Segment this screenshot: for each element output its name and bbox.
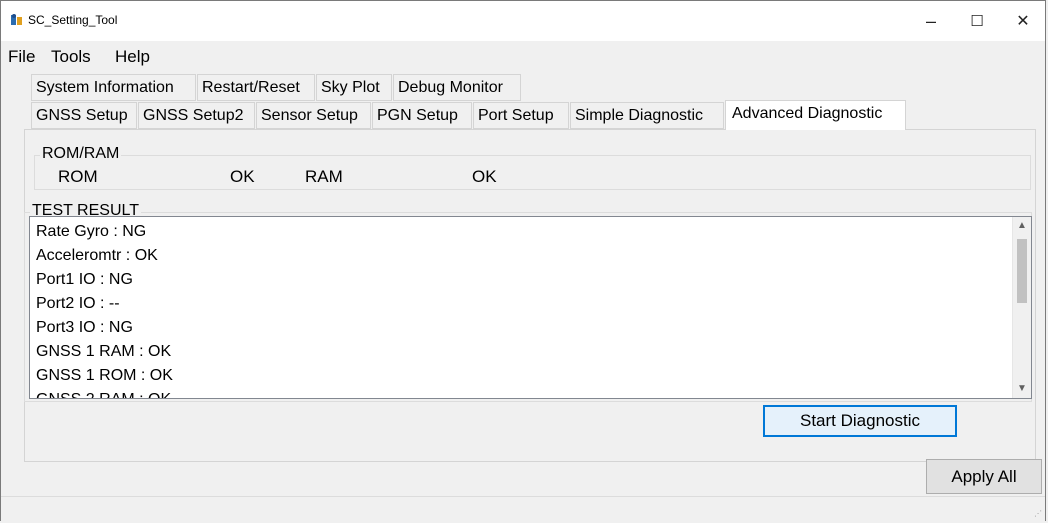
minimize-icon: – [925,10,936,31]
rom-label: ROM [58,167,98,186]
rom-ram-title: ROM/RAM [40,145,122,163]
tab-port-setup[interactable]: Port Setup [473,102,569,129]
tab-sensor-setup[interactable]: Sensor Setup [256,102,371,129]
list-item[interactable]: Port2 IO : -- [36,292,120,316]
tab-sky-plot[interactable]: Sky Plot [316,74,392,101]
window-title: SC_Setting_Tool [28,13,118,27]
scroll-up-icon[interactable]: ▲ [1013,217,1031,235]
menu-tools[interactable]: Tools [51,47,91,67]
list-item[interactable]: Port3 IO : NG [36,316,133,340]
app-window: SC_Setting_Tool – ☐ ✕ File Tools Help Sy… [0,0,1046,521]
title-bar[interactable]: SC_Setting_Tool – ☐ ✕ [1,1,1045,41]
ram-label: RAM [305,167,343,186]
list-item[interactable]: GNSS 1 RAM : OK [36,340,171,364]
tab-debug-monitor[interactable]: Debug Monitor [393,74,521,101]
menu-file[interactable]: File [8,47,35,67]
rom-ram-group: ROM/RAM [34,145,1031,190]
list-item[interactable]: Acceleromtr : OK [36,244,158,268]
tab-simple-diagnostic[interactable]: Simple Diagnostic [570,102,724,129]
tab-gnss-setup2[interactable]: GNSS Setup2 [138,102,255,129]
scroll-thumb[interactable] [1017,239,1027,303]
tab-pgn-setup[interactable]: PGN Setup [372,102,472,129]
rom-value: OK [230,167,255,186]
scroll-down-icon[interactable]: ▼ [1013,380,1031,398]
maximize-icon: ☐ [970,13,984,30]
tab-system-information[interactable]: System Information [31,74,196,101]
list-item[interactable]: Rate Gyro : NG [36,220,146,244]
test-result-list[interactable]: Rate Gyro : NG Acceleromtr : OK Port1 IO… [29,216,1032,399]
ram-value: OK [472,167,497,186]
list-item[interactable]: GNSS 2 RAM : OK [36,388,171,398]
list-item[interactable]: Port1 IO : NG [36,268,133,292]
app-icon [11,14,22,25]
list-item[interactable]: GNSS 1 ROM : OK [36,364,173,388]
status-bar: ⋰ [1,496,1045,521]
vertical-scrollbar[interactable]: ▲ ▼ [1012,217,1031,398]
maximize-button[interactable]: ☐ [954,1,1000,41]
tab-advanced-diagnostic[interactable]: Advanced Diagnostic [725,100,906,130]
menu-bar: File Tools Help [1,45,1045,71]
tab-restart-reset[interactable]: Restart/Reset [197,74,315,101]
menu-help[interactable]: Help [115,47,150,67]
minimize-button[interactable]: – [908,1,954,41]
close-button[interactable]: ✕ [1000,1,1046,41]
tab-gnss-setup[interactable]: GNSS Setup [31,102,137,129]
start-diagnostic-button[interactable]: Start Diagnostic [763,405,957,437]
close-icon: ✕ [1016,13,1030,30]
resize-grip-icon[interactable]: ⋰ [1034,509,1042,518]
apply-all-button[interactable]: Apply All [926,459,1042,494]
